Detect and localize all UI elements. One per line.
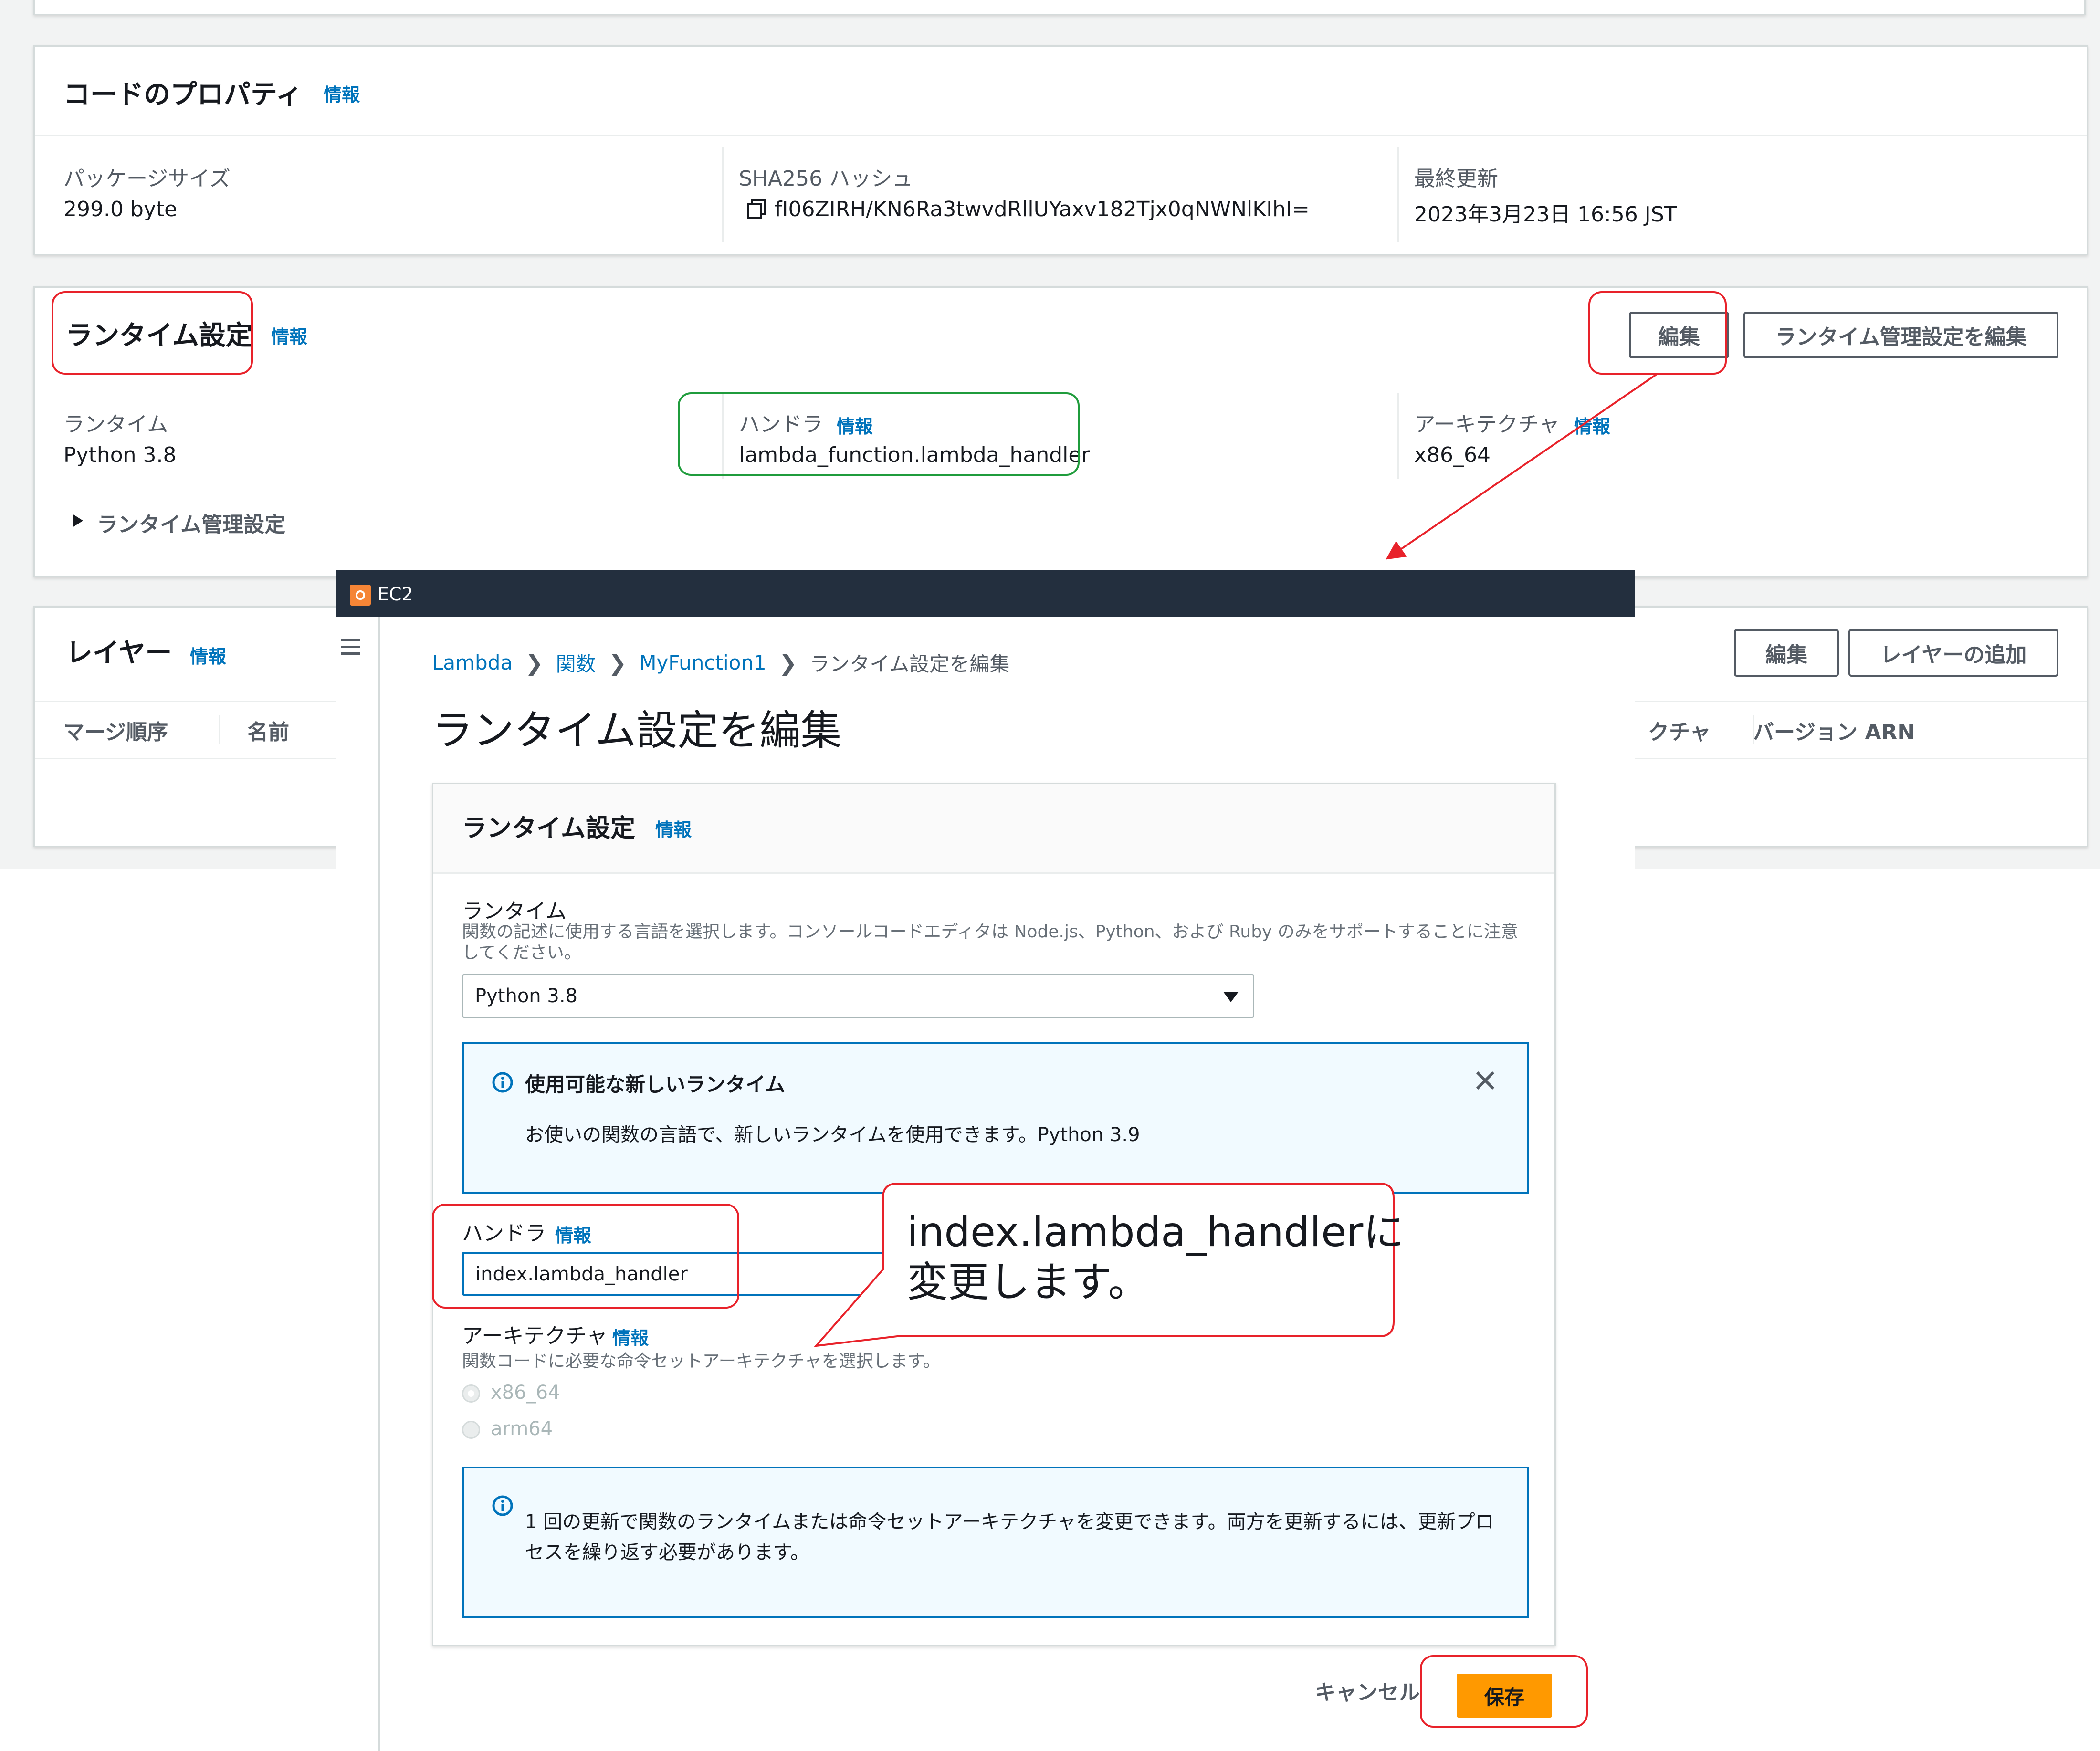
sha256-label: SHA256 ハッシュ [739, 167, 914, 191]
alert-title: 使用可能な新しいランタイム [525, 1073, 786, 1096]
alert-body: お使いの関数の言語で、新しいランタイムを使用できます。Python 3.9 [525, 1124, 1140, 1146]
column-divider [1397, 147, 1399, 242]
runtime-settings-info-link[interactable]: 情報 [271, 322, 307, 348]
add-layer-button[interactable]: レイヤーの追加 [1848, 629, 2058, 677]
runtime-label: ランタイム [63, 412, 168, 437]
last-modified-label: 最終更新 [1414, 167, 1498, 191]
column-header-name[interactable]: 名前 [247, 715, 289, 745]
code-properties-title: コードのプロパティ [63, 79, 303, 110]
chevron-right-icon: ❯ [778, 650, 798, 676]
architecture-field-label: アーキテクチャ [462, 1324, 608, 1348]
copy-icon[interactable] [746, 199, 767, 220]
highlight-handler-input [432, 1204, 739, 1309]
highlight-handler [678, 392, 1080, 476]
package-size-label: パッケージサイズ [63, 167, 231, 191]
cancel-button[interactable]: キャンセル [1315, 1675, 1420, 1706]
caret-right-icon[interactable] [71, 512, 85, 529]
radio-arm64[interactable] [462, 1421, 480, 1439]
callout-line2: 変更します。 [907, 1258, 1149, 1306]
architecture-value: x86_64 [1414, 443, 1491, 467]
column-divider [1397, 393, 1399, 479]
nav-divider [378, 617, 380, 1751]
chevron-right-icon: ❯ [525, 650, 544, 676]
radio-x86-64-label: x86_64 [491, 1382, 560, 1404]
top-navigation-bar: EC2 [336, 570, 1635, 617]
radio-arm64-label: arm64 [491, 1418, 553, 1440]
info-circle-icon [492, 1071, 514, 1093]
column-header-version-arn[interactable]: バージョン ARN [1753, 715, 1915, 745]
update-info-alert: 1 回の更新で関数のランタイムまたは命令セットアーキテクチャを変更できます。両方… [462, 1467, 1529, 1618]
page-title: ランタイム設定を編集 [432, 707, 842, 755]
last-modified-value: 2023年3月23日 16:56 JST [1414, 202, 1677, 227]
column-divider [219, 715, 220, 744]
sha256-value: fI06ZIRH/KN6Ra3twvdRllUYaxv182Tjx0qNWNlK… [775, 197, 1310, 221]
panel-header-divider [433, 872, 1554, 874]
code-properties-info-link[interactable]: 情報 [324, 80, 360, 106]
breadcrumb-functions[interactable]: 関数 [556, 648, 596, 677]
architecture-field-description: 関数コードに必要な命令セットアーキテクチャを選択します。 [462, 1352, 940, 1371]
hamburger-menu-icon[interactable] [339, 636, 362, 657]
runtime-management-toggle[interactable]: ランタイム管理設定 [97, 507, 285, 538]
breadcrumb-current: ランタイム設定を編集 [809, 652, 1010, 676]
architecture-field-info-link[interactable]: 情報 [612, 1323, 649, 1350]
caret-down-icon [1222, 990, 1239, 1004]
runtime-field-description: 関数の記述に使用する言語を選択します。コンソールコードエディタは Node.js… [462, 922, 1518, 963]
breadcrumb-myfunction1[interactable]: MyFunction1 [639, 651, 766, 674]
service-name[interactable]: EC2 [378, 584, 413, 605]
runtime-select[interactable]: Python 3.8 [462, 974, 1254, 1018]
highlight-runtime-title [52, 291, 253, 375]
package-size-value: 299.0 byte [63, 197, 178, 221]
info-circle-icon [492, 1495, 514, 1517]
breadcrumb-lambda[interactable]: Lambda [432, 651, 513, 674]
new-runtime-alert: 使用可能な新しいランタイム お使いの関数の言語で、新しいランタイムを使用できます… [462, 1042, 1529, 1194]
radio-x86-64[interactable] [462, 1384, 480, 1403]
update-info-body: 1 回の更新で関数のランタイムまたは命令セットアーキテクチャを変更できます。両方… [525, 1511, 1494, 1563]
highlight-edit-button [1588, 291, 1727, 375]
edit-page-overlay: EC2 Lambda ❯ 関数 ❯ MyFunction1 ❯ ランタイム設定を… [336, 570, 1635, 1751]
edit-runtime-management-button[interactable]: ランタイム管理設定を編集 [1743, 312, 2058, 358]
header-divider [35, 135, 2087, 136]
column-header-merge-order[interactable]: マージ順序 [63, 715, 168, 745]
code-properties-card: コードのプロパティ 情報 パッケージサイズ 299.0 byte SHA256 … [33, 45, 2088, 255]
runtime-select-value: Python 3.8 [475, 985, 578, 1007]
layers-info-link[interactable]: 情報 [190, 642, 226, 668]
callout-line1: index.lambda_handlerに [907, 1208, 1405, 1256]
runtime-field-label: ランタイム [462, 899, 567, 923]
top-partial-table [33, 0, 2086, 15]
ec2-service-icon [350, 585, 371, 606]
architecture-info-link[interactable]: 情報 [1574, 412, 1610, 438]
column-header-architecture[interactable]: クチャ [1648, 715, 1711, 745]
architecture-label: アーキテクチャ [1414, 412, 1560, 437]
close-icon[interactable] [1473, 1069, 1497, 1092]
chevron-right-icon: ❯ [608, 650, 627, 676]
highlight-save-button [1420, 1655, 1588, 1728]
layers-title: レイヤー [66, 638, 172, 669]
panel-info-link[interactable]: 情報 [655, 815, 692, 841]
breadcrumb: Lambda ❯ 関数 ❯ MyFunction1 ❯ ランタイム設定を編集 [432, 648, 1009, 677]
layers-edit-button[interactable]: 編集 [1734, 629, 1839, 677]
panel-title: ランタイム設定 [462, 814, 635, 843]
runtime-value: Python 3.8 [63, 443, 177, 467]
column-divider [722, 147, 724, 242]
